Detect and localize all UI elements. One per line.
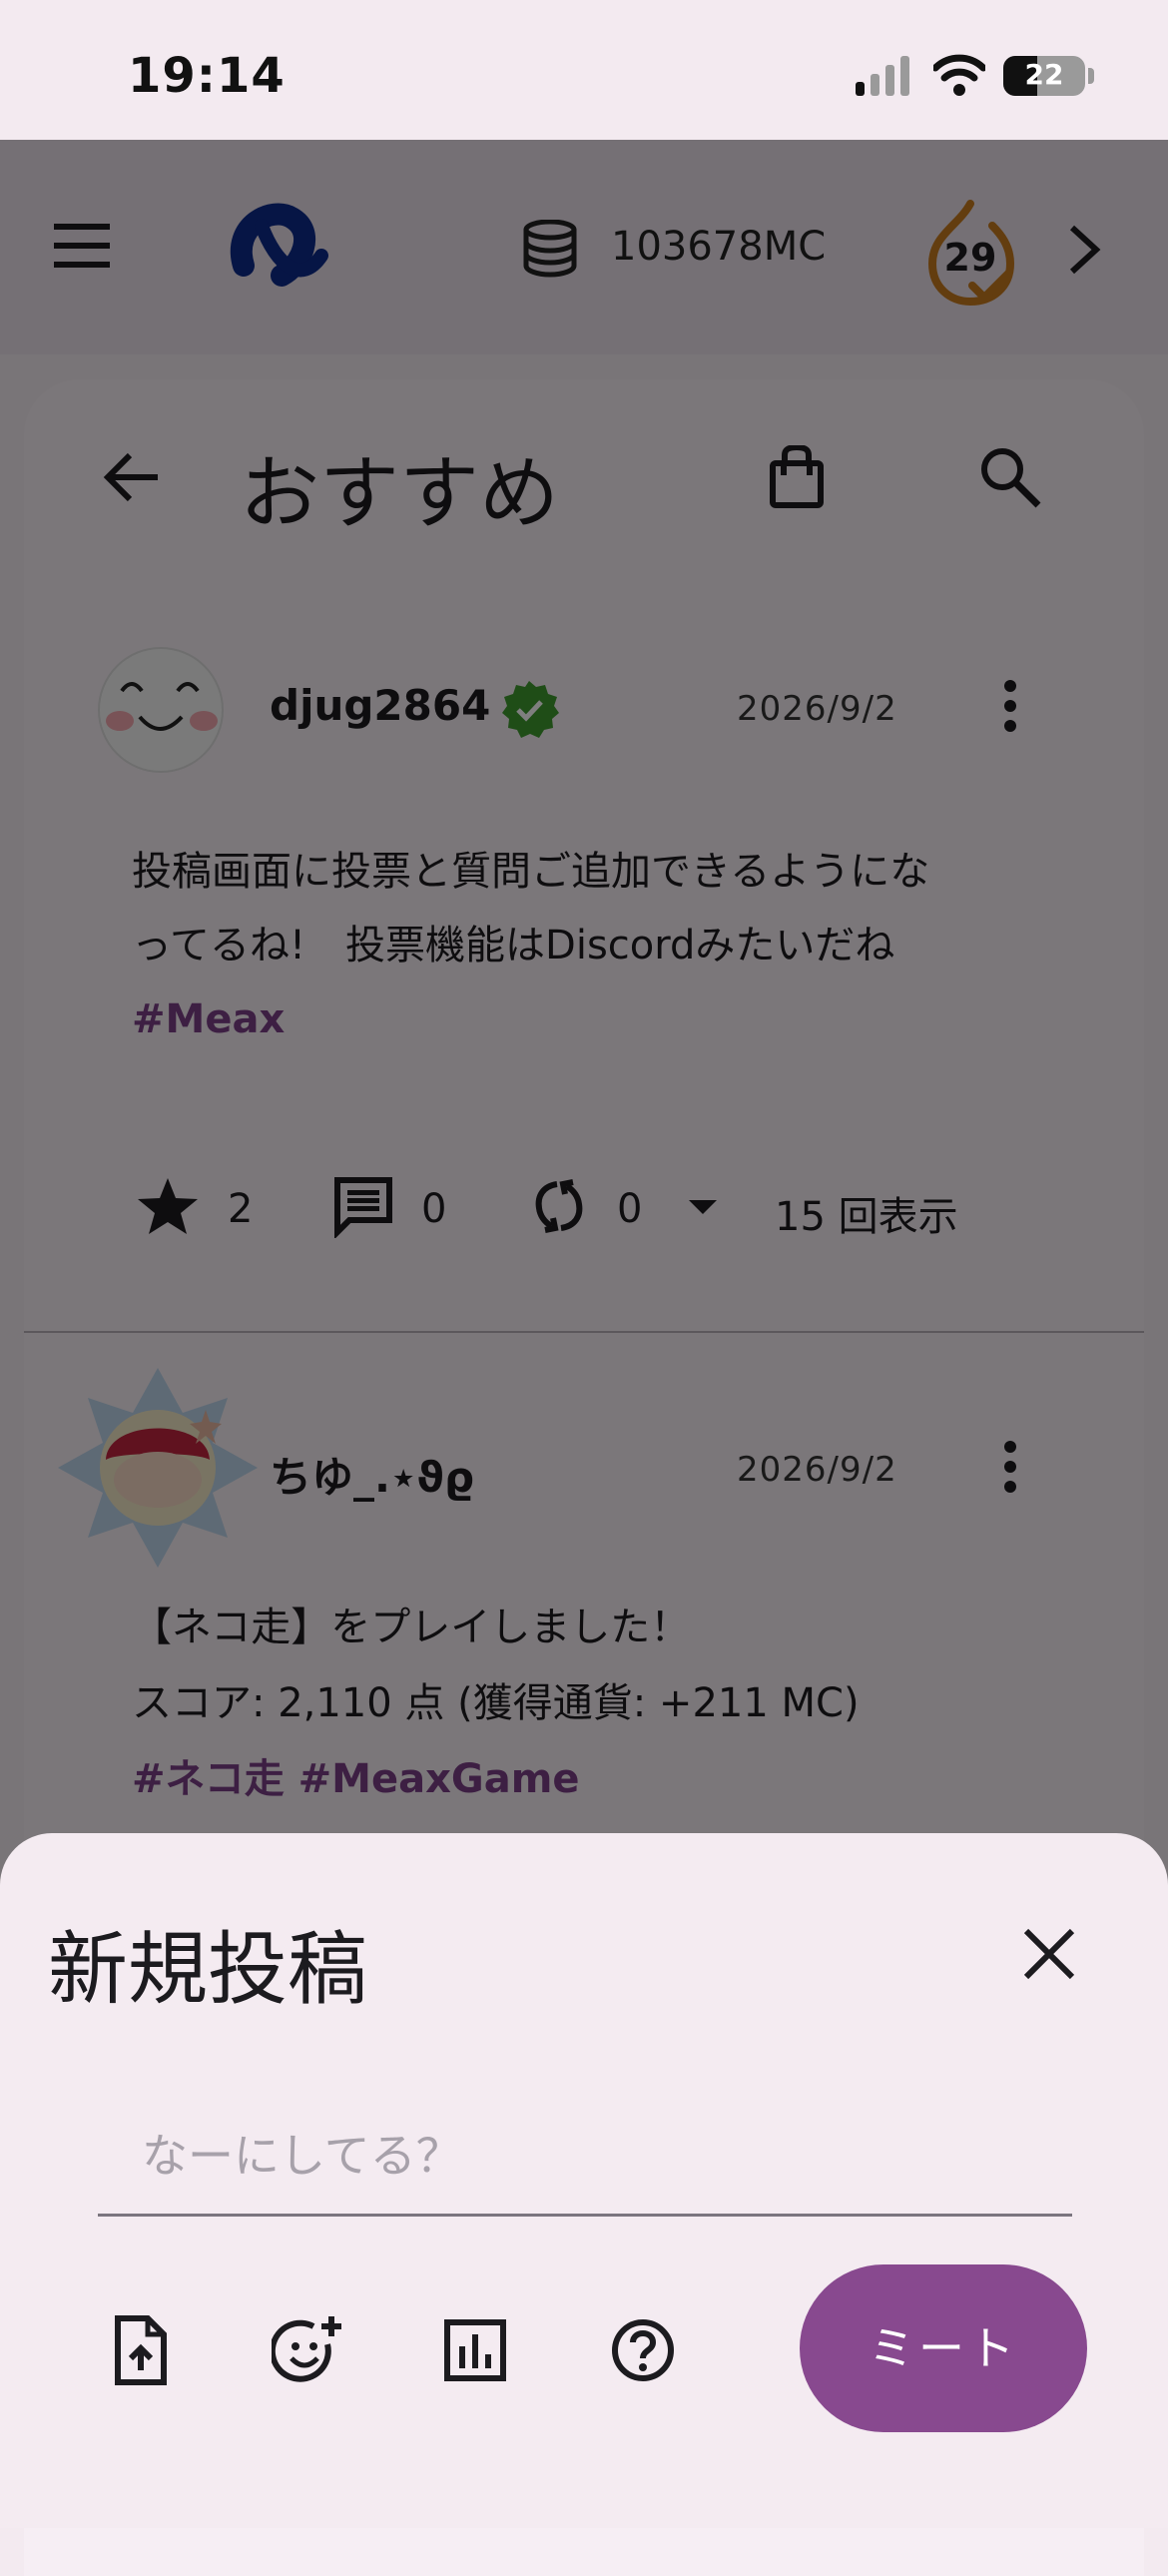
battery-icon: 22 [1003, 56, 1085, 96]
add-emoji-icon[interactable] [272, 2314, 343, 2386]
cellular-signal-icon [856, 56, 909, 96]
close-icon[interactable] [1018, 1923, 1080, 1985]
status-bar: 19:14 22 [0, 0, 1168, 140]
file-upload-icon[interactable] [104, 2314, 176, 2386]
wifi-icon [933, 54, 985, 96]
help-question-icon[interactable] [607, 2314, 679, 2386]
battery-level: 22 [1024, 58, 1064, 91]
submit-post-button[interactable]: ミート [800, 2264, 1087, 2432]
battery-cap [1088, 68, 1094, 84]
poll-icon[interactable] [439, 2314, 511, 2386]
post-compose-input[interactable] [98, 2097, 1072, 2217]
status-time: 19:14 [128, 48, 286, 104]
sheet-title: 新規投稿 [48, 1923, 367, 2016]
